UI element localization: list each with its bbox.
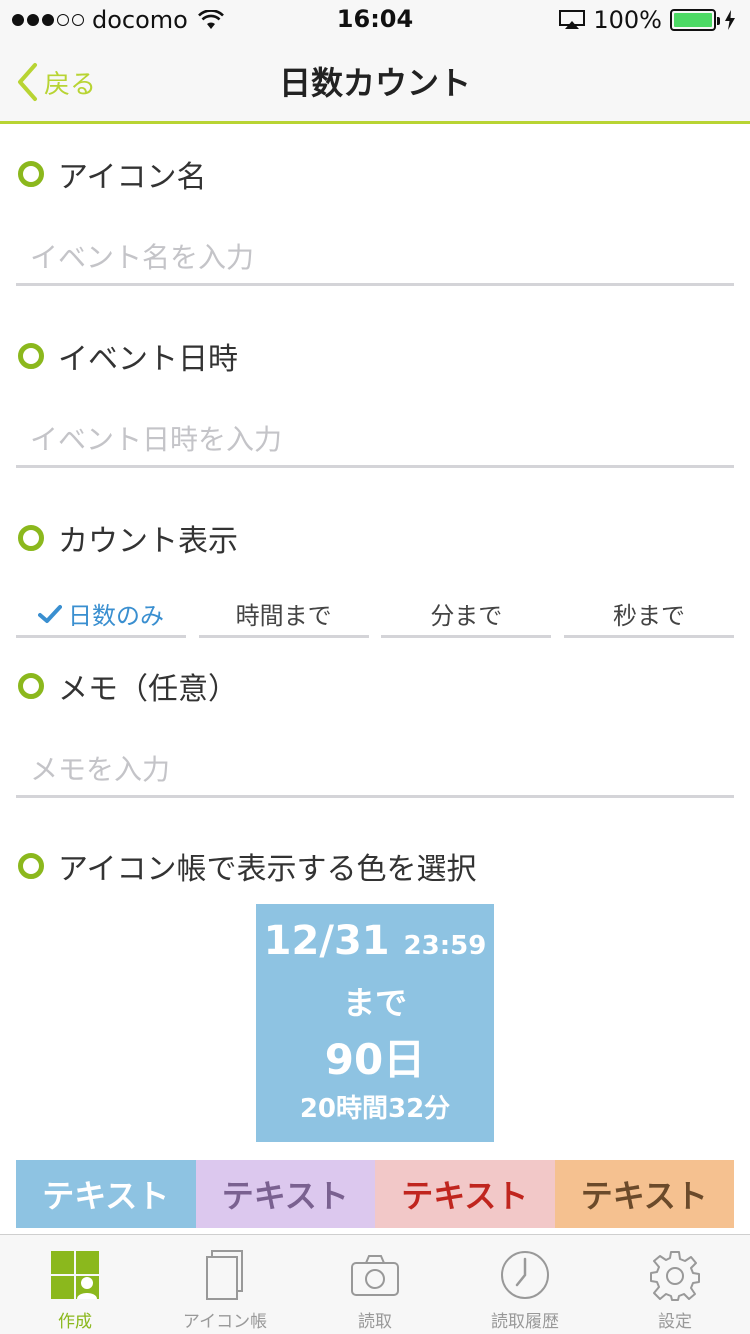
icon-name-field[interactable]: イベント名を入力 xyxy=(16,228,734,286)
battery-icon xyxy=(670,9,720,31)
option-until-hours[interactable]: 時間まで xyxy=(198,592,369,638)
tab-label: 読取履歴 xyxy=(491,1312,559,1332)
check-icon xyxy=(38,604,62,623)
icon-preview-card: 12/31 23:59 まで 90日 20時間32分 xyxy=(256,904,494,1142)
event-datetime-field[interactable]: イベント日時を入力 xyxy=(16,410,734,468)
color-option-pink[interactable]: テキスト xyxy=(375,1160,555,1228)
event-datetime-placeholder: イベント日時を入力 xyxy=(30,422,283,456)
option-label: 分まで xyxy=(430,602,503,630)
color-options: テキスト テキスト テキスト テキスト xyxy=(16,1160,734,1228)
preview-date-value: 12/31 xyxy=(263,918,390,964)
count-display-options: 日数のみ 時間まで 分まで 秒まで xyxy=(16,592,734,638)
section-icon-name: アイコン名 xyxy=(18,152,207,196)
section-label: アイコン帳で表示する色を選択 xyxy=(58,852,477,887)
option-days-only[interactable]: 日数のみ xyxy=(16,592,186,638)
memo-field[interactable]: メモを入力 xyxy=(16,740,734,798)
preview-date: 12/31 23:59 xyxy=(256,918,494,964)
nav-bar: 戻る 日数カウント xyxy=(0,40,750,124)
section-memo: メモ（任意） xyxy=(18,664,238,708)
option-until-seconds[interactable]: 秒まで xyxy=(563,592,734,638)
tab-label: 作成 xyxy=(58,1312,92,1332)
tab-bar: 作成 アイコン帳 読取 読取履歴 設定 xyxy=(0,1234,750,1334)
section-label: メモ（任意） xyxy=(58,672,238,707)
bullet-ring-icon xyxy=(18,853,44,879)
icon-name-placeholder: イベント名を入力 xyxy=(30,240,255,274)
tab-label: 読取 xyxy=(358,1312,392,1332)
preview-days: 90日 xyxy=(324,1035,426,1084)
bullet-ring-icon xyxy=(18,525,44,551)
section-label: イベント日時 xyxy=(58,342,238,377)
preview-time-value: 23:59 xyxy=(403,931,487,961)
memo-placeholder: メモを入力 xyxy=(30,752,171,786)
preview-until: まで xyxy=(342,984,407,1022)
option-label: 時間まで xyxy=(235,602,332,630)
page-title: 日数カウント xyxy=(278,64,471,102)
tab-settings[interactable]: 設定 xyxy=(600,1235,750,1334)
status-bar: docomo 16:04 100% xyxy=(0,0,750,40)
tab-create[interactable]: 作成 xyxy=(0,1235,150,1334)
option-until-minutes[interactable]: 分まで xyxy=(381,592,552,638)
bolt-icon xyxy=(725,10,735,30)
section-count-display: カウント表示 xyxy=(18,516,238,560)
camera-icon xyxy=(351,1255,399,1296)
gear-icon xyxy=(650,1251,700,1301)
battery-label: 100% xyxy=(593,6,662,34)
create-grid-icon xyxy=(51,1251,99,1299)
color-option-purple[interactable]: テキスト xyxy=(195,1160,375,1228)
bullet-ring-icon xyxy=(18,161,44,187)
bullet-ring-icon xyxy=(18,343,44,369)
bullet-ring-icon xyxy=(18,673,44,699)
color-option-orange[interactable]: テキスト xyxy=(554,1160,734,1228)
section-color-select: アイコン帳で表示する色を選択 xyxy=(18,844,477,888)
option-label: 秒まで xyxy=(612,602,685,630)
airplay-icon xyxy=(559,10,586,29)
tab-label: アイコン帳 xyxy=(182,1312,268,1332)
section-event-datetime: イベント日時 xyxy=(18,334,238,378)
option-label: 日数のみ xyxy=(68,602,164,630)
tab-icon-book[interactable]: アイコン帳 xyxy=(150,1235,300,1334)
notebook-icon xyxy=(206,1250,243,1300)
color-option-blue[interactable]: テキスト xyxy=(16,1160,196,1228)
clock-icon xyxy=(501,1251,549,1299)
status-right: 100% xyxy=(559,6,736,34)
preview-remaining: 20時間32分 xyxy=(299,1094,451,1124)
tab-scan[interactable]: 読取 xyxy=(300,1235,450,1334)
tab-label: 設定 xyxy=(658,1312,692,1332)
section-label: アイコン名 xyxy=(58,160,207,195)
section-label: カウント表示 xyxy=(58,524,238,559)
tab-scan-history[interactable]: 読取履歴 xyxy=(450,1235,600,1334)
